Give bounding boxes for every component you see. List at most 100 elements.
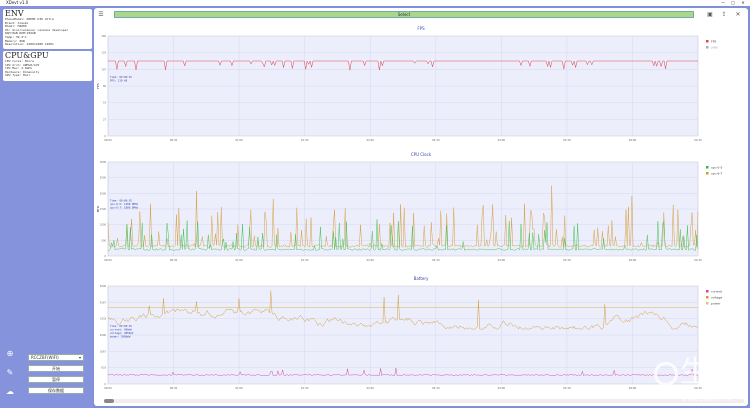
y-tick-label: 133 (101, 52, 106, 55)
x-tick-label: 04:00 (629, 386, 637, 390)
cpu-panel: CPU&GPU CPU Cores: 8Core CPU Arch: ARMv8… (3, 51, 92, 81)
wrench-icon[interactable]: ✎ (5, 368, 15, 378)
chevron-down-icon: ▾ (78, 355, 81, 360)
export-icon[interactable]: ⇪ (720, 11, 728, 19)
battery-chart: Battery 00:00 00:30 01:00 01:30 02:00 02:30 03:… (94, 274, 748, 394)
cpu-line: GPU Type: Mali (5, 74, 31, 78)
x-tick-label: 04:30 (694, 138, 702, 142)
y-tick-label: 107 (101, 68, 106, 71)
x-tick-label: 04:30 (694, 258, 702, 262)
pause-button[interactable]: 暂停 (28, 376, 84, 383)
y-tick-label: 0 (104, 135, 106, 138)
y-tick-label: 5000 (100, 285, 107, 288)
y-tick-label: 1500 (100, 208, 107, 211)
plus-circle-icon[interactable]: ⊕ (5, 349, 15, 359)
fps-chart-svg: FPS 00:00 00:30 01:00 01:30 02:00 02:30 03:00 03… (96, 26, 719, 142)
maximize-button[interactable]: □ (728, 0, 738, 6)
legend-swatch (706, 296, 709, 299)
scrollbar-thumb[interactable] (104, 399, 114, 403)
tooltip-line: power: 3900mW (110, 334, 131, 338)
battery-chart-svg: Battery 00:00 00:30 01:00 01:30 02:00 02:30 03:… (100, 276, 723, 390)
cpu-heading: CPU&GPU (5, 51, 49, 60)
x-tick-label: 02:30 (432, 258, 440, 262)
x-tick-label: 02:30 (432, 386, 440, 390)
start-button[interactable]: 开始 (28, 365, 84, 372)
title-bar: XDevt v1.0 — □ ✕ (0, 0, 750, 6)
close-window-button[interactable]: ✕ (738, 0, 748, 6)
save-icon[interactable]: ▣ (706, 11, 714, 19)
x-tick-label: 01:30 (301, 258, 309, 262)
y-tick-label: 833 (101, 367, 106, 370)
y-tick-label: 0 (104, 383, 106, 386)
device-select-value: RCCZBF(WIFI) (31, 355, 59, 360)
x-tick-label: 02:00 (366, 138, 374, 142)
x-tick-label: 03:30 (563, 386, 571, 390)
legend-label: power (711, 301, 721, 305)
legend-swatch (706, 172, 709, 175)
legend-label: voltage (711, 295, 722, 299)
y-tick-label: 500 (101, 239, 106, 242)
y-tick-label: 3333 (100, 318, 107, 321)
minimize-button[interactable]: — (718, 0, 728, 6)
tooltip-line: cpu-0-5: 1200.0MHz (110, 202, 139, 206)
y-tick-label: 1667 (100, 350, 107, 353)
legend-swatch (706, 302, 709, 305)
tooltip-line: Time: 00:00:35 (110, 198, 132, 202)
y-tick-label: 53 (103, 102, 107, 105)
tooltip-line: cpu-6-7: 1800.0MHz (110, 205, 139, 209)
x-tick-label: 04:00 (629, 258, 637, 262)
env-line: Resolution: 2400x1080 120Hz (5, 43, 54, 47)
x-tick-label: 03:00 (498, 386, 506, 390)
y-tick-label: 3000 (100, 161, 107, 164)
legend-label: cpu-6-7 (711, 171, 723, 175)
legend-swatch (706, 290, 709, 293)
x-tick-label: 01:30 (301, 386, 309, 390)
x-tick-label: 03:30 (563, 138, 571, 142)
y-tick-label: 2000 (100, 192, 107, 195)
watermark-url: www.zealfe.net (682, 396, 735, 403)
tooltip-line: Time: 00:00:35 (110, 75, 132, 79)
env-panel: ENV PhoneModel: REDMI K30 Ultra Brand: X… (3, 9, 92, 49)
watermark: 生活 www.zealfe.net (652, 356, 748, 406)
tooltip-line: voltage: 3850mV (110, 331, 134, 335)
y-tick-label: 1000 (100, 224, 107, 227)
select-bar[interactable]: Select (114, 11, 694, 18)
cpu-clock-chart-svg: CPU Clock 00:00 00:30 01:00 01:30 02:00 02:30 0… (96, 152, 723, 262)
menu-icon[interactable]: ☰ (97, 11, 105, 19)
tooltip-line: Time: 00:00:35 (110, 324, 132, 328)
x-tick-label: 00:30 (170, 386, 178, 390)
x-tick-label: 03:30 (563, 258, 571, 262)
legend-swatch (706, 166, 709, 169)
close-icon[interactable]: ✕ (734, 11, 742, 19)
x-tick-label: 02:30 (432, 138, 440, 142)
save-data-button[interactable]: 保存数据 (28, 387, 84, 394)
chart-title: FPS (417, 26, 425, 31)
horizontal-scrollbar[interactable] (104, 399, 744, 403)
legend-label: FPS (711, 39, 717, 43)
x-tick-label: 00:00 (104, 386, 112, 390)
x-tick-label: 00:00 (104, 258, 112, 262)
y-tick-label: 4167 (100, 301, 107, 304)
x-tick-label: 02:00 (366, 258, 374, 262)
tooltip-line: current: 400mA (110, 328, 132, 332)
legend-swatch (706, 40, 709, 43)
env-heading: ENV (5, 9, 24, 18)
x-tick-label: 00:00 (104, 138, 112, 142)
chart-title: Battery (414, 276, 429, 281)
y-tick-label: 2500 (100, 177, 107, 180)
legend-label: current (711, 289, 723, 293)
tooltip-line: FPS: 119.48 (110, 78, 128, 82)
y-tick-label: 80 (103, 85, 107, 88)
x-tick-label: 03:00 (498, 258, 506, 262)
legend-label: cpu-0-5 (711, 165, 723, 169)
legend-swatch (706, 46, 709, 49)
x-tick-label: 03:00 (498, 138, 506, 142)
x-tick-label: 01:00 (235, 386, 243, 390)
x-tick-label: 01:30 (301, 138, 309, 142)
y-tick-label: 27 (103, 118, 107, 121)
top-toolbar: ☰ Select ▣ ⇪ ✕ (94, 8, 748, 22)
cloud-upload-icon[interactable]: ☁ (5, 387, 15, 397)
fps-chart: FPS 00:00 00:30 01:00 01:30 02:00 02:30 03:00 03… (94, 24, 748, 150)
device-select[interactable]: RCCZBF(WIFI) ▾ (28, 354, 84, 361)
x-tick-label: 01:00 (235, 258, 243, 262)
